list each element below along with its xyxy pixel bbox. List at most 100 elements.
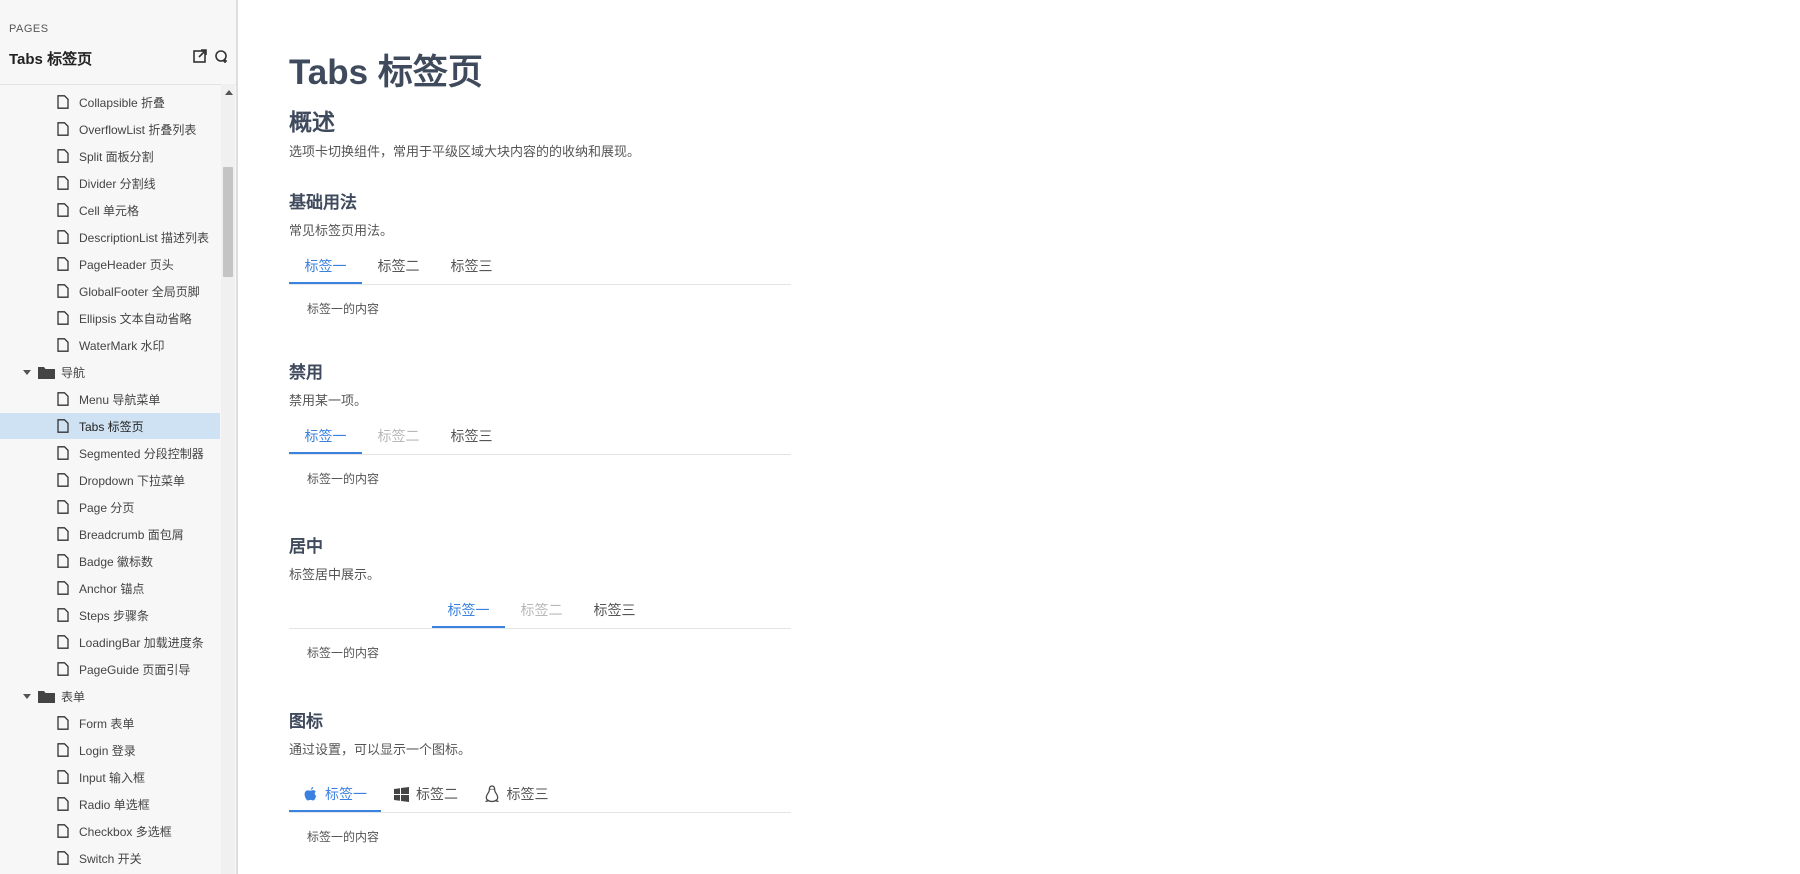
document-icon [57, 716, 69, 730]
icon-tab-2-label: 标签二 [416, 786, 458, 802]
center-tab-3[interactable]: 标签三 [578, 593, 651, 627]
sidebar-item-label: WaterMark 水印 [79, 338, 165, 353]
sidebar-item[interactable]: PageGuide 页面引导 [0, 656, 220, 682]
icon-tab-1[interactable]: 标签一 [289, 777, 381, 812]
export-icon[interactable] [192, 48, 208, 64]
center-heading: 居中 [289, 537, 323, 556]
document-icon [57, 149, 69, 163]
sidebar-item[interactable]: Checkbox 多选框 [0, 818, 220, 844]
sidebar-item[interactable]: Ellipsis 文本自动省略 [0, 305, 220, 331]
document-icon [57, 473, 69, 487]
sidebar-item[interactable]: OverflowList 折叠列表 [0, 116, 220, 142]
sidebar-item[interactable]: Switch 开关 [0, 845, 220, 871]
sidebar-item-label: Radio 单选框 [79, 797, 150, 812]
sidebar-item-label: Anchor 锚点 [79, 581, 145, 596]
sidebar-item[interactable]: Steps 步骤条 [0, 602, 220, 628]
document-icon [57, 554, 69, 568]
sidebar-item-label: OverflowList 折叠列表 [79, 122, 197, 137]
sidebar-item[interactable]: Segmented 分段控制器 [0, 440, 220, 466]
linux-icon [484, 785, 499, 803]
disabled-tab-content: 标签一的内容 [307, 472, 380, 486]
icon-description: 通过设置，可以显示一个图标。 [289, 742, 472, 757]
sidebar-item[interactable]: DescriptionList 描述列表 [0, 224, 220, 250]
sidebar-item[interactable]: Login 登录 [0, 737, 220, 763]
sidebar-item[interactable]: Input 输入框 [0, 764, 220, 790]
basic-tab-1[interactable]: 标签一 [289, 249, 362, 284]
sidebar-item-label: Badge 徽标数 [79, 554, 154, 569]
document-icon [57, 95, 69, 109]
document-icon [57, 500, 69, 514]
sidebar-item[interactable]: Dropdown 下拉菜单 [0, 467, 220, 493]
sidebar-item-label: DescriptionList 描述列表 [79, 230, 210, 245]
document-icon [57, 257, 69, 271]
sidebar-item-label: Tabs 标签页 [79, 419, 144, 434]
sidebar-item-label: Ellipsis 文本自动省略 [79, 311, 192, 326]
basic-tab-3[interactable]: 标签三 [435, 249, 508, 283]
sidebar-item[interactable]: Split 面板分割 [0, 143, 220, 169]
overview-heading: 概述 [289, 109, 335, 135]
sidebar-item-label: GlobalFooter 全局页脚 [79, 284, 200, 299]
sidebar-item-label: 导航 [61, 365, 86, 380]
document-icon [57, 581, 69, 595]
document-icon [57, 797, 69, 811]
icon-heading: 图标 [289, 712, 323, 731]
sidebar-folder[interactable]: 导航 [0, 359, 220, 385]
sidebar-item-label: Split 面板分割 [79, 149, 154, 164]
document-icon [57, 743, 69, 757]
page-title: Tabs 标签页 [289, 53, 483, 92]
caret-down-icon[interactable] [22, 367, 32, 377]
sidebar-item[interactable]: Collapsible 折叠 [0, 89, 220, 115]
sidebar-header: PAGES Tabs 标签页 [0, 0, 236, 85]
sidebar-item[interactable]: Radio 单选框 [0, 791, 220, 817]
sidebar-item-label: Steps 步骤条 [79, 608, 150, 623]
scrollbar-thumb[interactable] [223, 167, 233, 277]
sidebar-item[interactable]: Breadcrumb 面包屑 [0, 521, 220, 547]
sidebar-item-label: Page 分页 [79, 500, 135, 515]
sidebar-item[interactable]: WaterMark 水印 [0, 332, 220, 358]
sidebar-item[interactable]: Cell 单元格 [0, 197, 220, 223]
folder-icon [38, 366, 55, 379]
sidebar-item-label: Form 表单 [79, 716, 135, 731]
sidebar-title: Tabs 标签页 [9, 51, 93, 68]
sidebar-item[interactable]: Page 分页 [0, 494, 220, 520]
disabled-tab-1[interactable]: 标签一 [289, 419, 362, 454]
sidebar-item-label: Breadcrumb 面包屑 [79, 527, 184, 542]
center-description: 标签居中展示。 [289, 567, 381, 582]
document-icon [57, 338, 69, 352]
document-icon [57, 446, 69, 460]
disabled-description: 禁用某一项。 [289, 393, 368, 408]
center-tab-1[interactable]: 标签一 [432, 593, 505, 628]
sidebar-folder[interactable]: 表单 [0, 683, 220, 709]
caret-down-icon[interactable] [22, 691, 32, 701]
sidebar-item[interactable]: Form 表单 [0, 710, 220, 736]
sidebar-item[interactable]: PageHeader 页头 [0, 251, 220, 277]
icon-tab-3-label: 标签三 [506, 786, 549, 802]
sidebar-item[interactable]: GlobalFooter 全局页脚 [0, 278, 220, 304]
icon-tab-2[interactable]: 标签二 [381, 777, 471, 811]
sidebar-item-label: PageGuide 页面引导 [79, 662, 191, 677]
disabled-tab-3[interactable]: 标签三 [435, 419, 508, 453]
icon-tab-3[interactable]: 标签三 [471, 777, 561, 811]
sidebar-item-label: Cell 单元格 [79, 203, 140, 218]
sidebar-item-label: Dropdown 下拉菜单 [79, 473, 186, 488]
sidebar-item[interactable]: Anchor 锚点 [0, 575, 220, 601]
basic-description: 常见标签页用法。 [289, 223, 394, 238]
document-icon [57, 662, 69, 676]
sidebar-scrollbar[interactable] [221, 84, 235, 874]
sidebar-item[interactable]: Menu 导航菜单 [0, 386, 220, 412]
document-icon [57, 392, 69, 406]
basic-heading: 基础用法 [289, 193, 357, 212]
sidebar-item[interactable]: Divider 分割线 [0, 170, 220, 196]
document-icon [57, 176, 69, 190]
add-page-icon[interactable] [214, 48, 230, 64]
sidebar-item[interactable]: Tabs 标签页 [0, 413, 220, 439]
sidebar-item[interactable]: Badge 徽标数 [0, 548, 220, 574]
disabled-tabs: 标签一 标签二 标签三 [289, 419, 791, 455]
sidebar-item[interactable]: LoadingBar 加载进度条 [0, 629, 220, 655]
disabled-tab-2: 标签二 [377, 428, 420, 444]
sidebar-item-label: LoadingBar 加载进度条 [79, 635, 204, 650]
basic-tab-2[interactable]: 标签二 [362, 249, 435, 283]
scroll-up-arrow-icon[interactable] [225, 90, 233, 95]
document-icon [57, 635, 69, 649]
sidebar-item-label: Segmented 分段控制器 [79, 446, 204, 461]
